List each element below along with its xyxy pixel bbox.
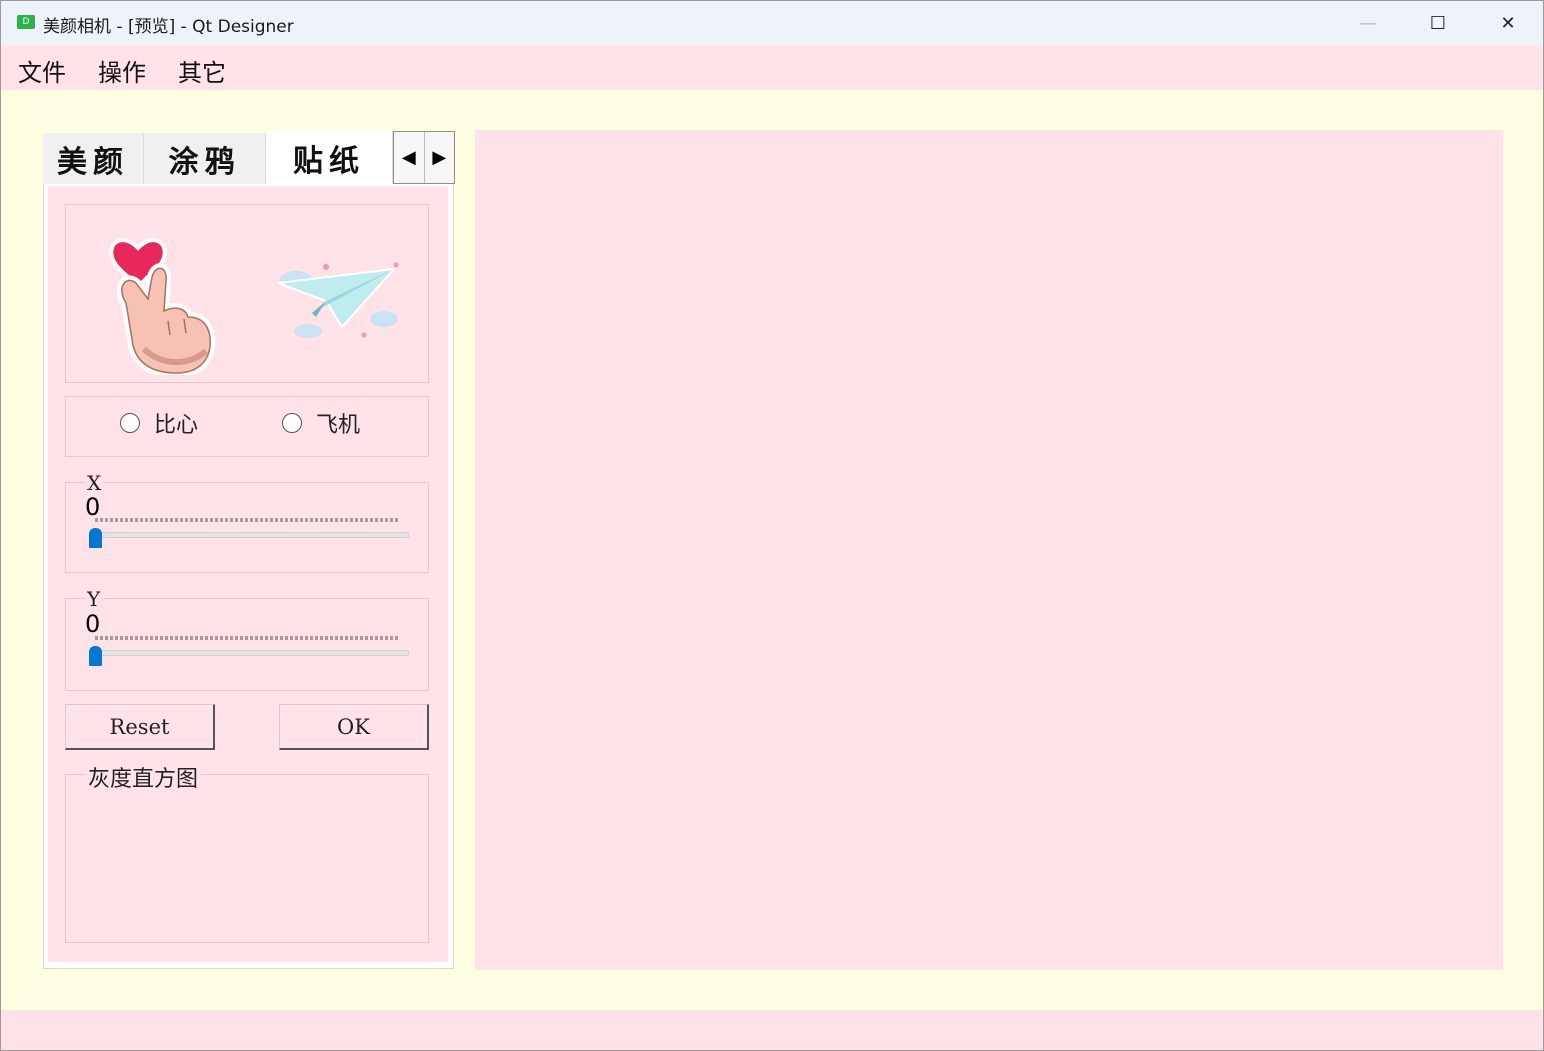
maximize-button[interactable]: ☐ (1403, 1, 1473, 45)
y-slider-handle[interactable] (89, 646, 102, 666)
y-slider-track[interactable] (95, 650, 409, 656)
radio-plane-indicator[interactable] (282, 413, 302, 433)
menu-other[interactable]: 其它 (178, 53, 226, 88)
x-slider-ticks (95, 518, 399, 522)
tab-sticker[interactable]: 贴纸 (266, 131, 393, 184)
radio-heart-indicator[interactable] (120, 413, 140, 433)
tab-beauty[interactable]: 美颜 (43, 133, 144, 184)
title-bar: D 美颜相机 - [预览] - Qt Designer — ☐ ✕ (1, 1, 1543, 45)
x-slider-group (65, 482, 429, 573)
tab-sticker-label: 贴纸 (293, 143, 365, 179)
ok-button[interactable]: OK (279, 704, 429, 750)
tab-scroll-buttons: ◀ ▶ (393, 131, 455, 184)
x-slider-track[interactable] (95, 532, 409, 538)
heart-finger-sticker[interactable] (104, 213, 224, 375)
y-slider-ticks (95, 636, 399, 640)
y-slider-title: Y (85, 587, 103, 611)
x-slider-title: X (85, 471, 104, 495)
main-window: D 美颜相机 - [预览] - Qt Designer — ☐ ✕ 文件 操作 … (0, 0, 1544, 1051)
radio-heart-label: 比心 (154, 413, 199, 438)
radio-plane[interactable]: 飞机 (282, 407, 360, 439)
grayscale-histogram-group (65, 774, 429, 943)
qt-designer-app-icon: D (17, 15, 35, 29)
tab-doodle[interactable]: 涂鸦 (144, 133, 266, 184)
tab-bar: 美颜 涂鸦 贴纸 ◀ ▶ (43, 131, 455, 184)
window-title: 美颜相机 - [预览] - Qt Designer (43, 17, 294, 37)
radio-plane-label: 飞机 (316, 413, 361, 438)
close-button[interactable]: ✕ (1473, 1, 1543, 45)
tab-scroll-left-button[interactable]: ◀ (394, 132, 424, 183)
menu-bar: 文件 操作 其它 (1, 45, 1543, 90)
grayscale-histogram-title: 灰度直方图 (85, 761, 202, 793)
tab-scroll-right-button[interactable]: ▶ (423, 132, 455, 183)
y-slider-group (65, 598, 429, 691)
minimize-button[interactable]: — (1333, 1, 1403, 45)
sticker-preview-group (65, 204, 429, 383)
x-slider-value: 0 (85, 493, 101, 521)
status-bar (1, 1010, 1543, 1050)
radio-heart[interactable]: 比心 (120, 407, 198, 439)
reset-button[interactable]: Reset (65, 704, 215, 750)
menu-file[interactable]: 文件 (18, 53, 66, 88)
menu-operations[interactable]: 操作 (98, 53, 146, 88)
image-display-area[interactable] (475, 130, 1503, 970)
paper-plane-sticker[interactable] (272, 261, 402, 343)
tab-doodle-label: 涂鸦 (168, 144, 241, 180)
y-slider-value: 0 (85, 610, 101, 638)
sticker-choice-group: 比心 飞机 (65, 396, 429, 457)
x-slider-handle[interactable] (89, 528, 102, 548)
tab-beauty-label: 美颜 (57, 144, 129, 180)
